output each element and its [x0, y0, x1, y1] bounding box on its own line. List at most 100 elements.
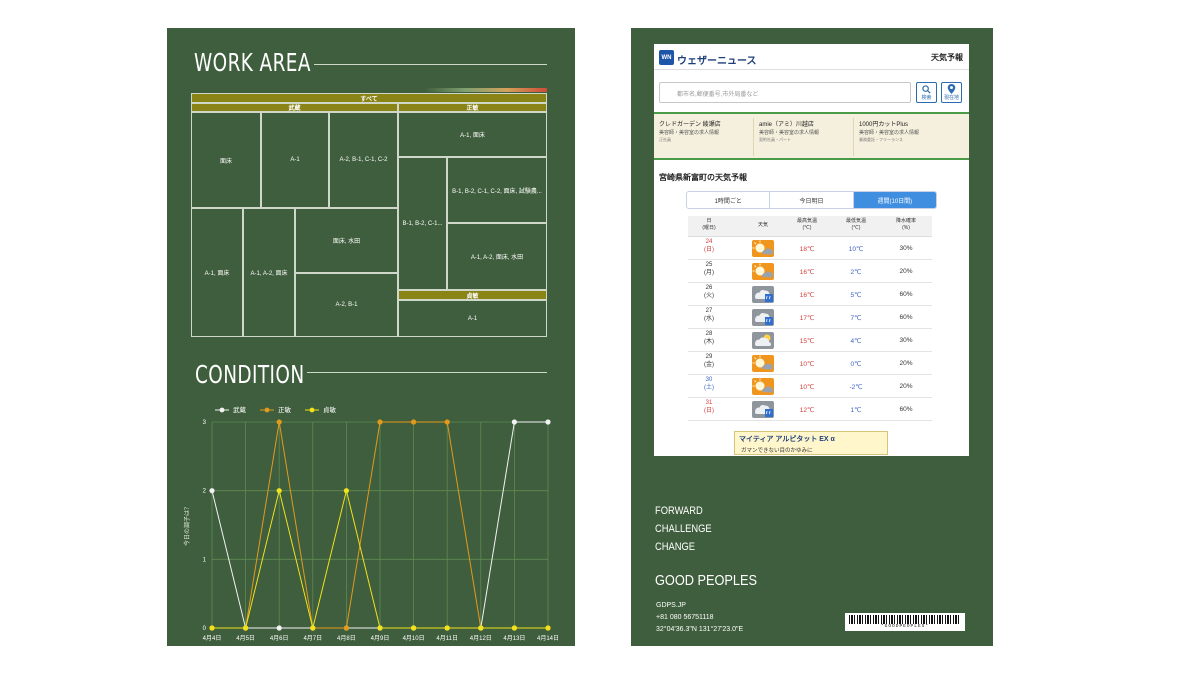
forecast-precip: 20%: [899, 383, 913, 390]
x-tick-label: 4月13日: [503, 635, 525, 642]
location-search-input[interactable]: 都市名,郵便番号,市外局番など: [659, 82, 911, 103]
forecast-day-number: 25: [705, 262, 713, 268]
forecast-day: 26 (火): [688, 285, 730, 301]
forecast-row: 27 (水) 17℃ 7℃ 60%: [688, 306, 932, 329]
cloud-sun-icon: [752, 332, 774, 349]
data-point: [276, 625, 282, 631]
job-ad-sub: 美容師・美容室の求人情報: [659, 130, 720, 136]
forecast-precip: 20%: [899, 360, 913, 367]
forecast-tabs: 1時間ごと 今日明日 週間(10日間): [686, 191, 937, 209]
tab-hourly[interactable]: 1時間ごと: [687, 192, 771, 208]
data-point: [545, 419, 551, 425]
work-area-cell: A-1: [398, 300, 547, 337]
forecast-day-of-week: (火): [704, 292, 714, 299]
condition-line-chart: 0 1 2 3 4月4日 4月5日 4月6日 4月7日 4月8日 4月9日 4月10日 4月11日 4月…: [183, 405, 559, 642]
gradient-bar: [425, 88, 547, 92]
legend-label: 貞敏: [323, 405, 337, 414]
work-area-cell: 面床: [191, 112, 261, 208]
weather-forecast-link[interactable]: 天気予報: [931, 52, 963, 63]
header-date: 日 (曜日): [702, 218, 716, 231]
data-point: [511, 625, 517, 631]
work-area-title-rule: [314, 64, 547, 65]
work-area-title: WORK AREA: [194, 48, 311, 77]
eye-drop-ad-title: マイティア アルピタット EX α: [739, 436, 835, 443]
forecast-row: 24 (日) 18℃ 10℃ 30%: [688, 237, 932, 260]
work-area-header-section-b: 正敏: [398, 103, 547, 112]
legend-label: 武蔵: [233, 405, 247, 414]
current-location-label: 現在地: [943, 95, 959, 101]
current-location-button[interactable]: 現在地: [941, 82, 962, 103]
work-area-cell: A-2, B-1: [295, 273, 398, 337]
legend-label: 正敏: [278, 405, 292, 414]
cloud-rain-icon: [752, 401, 774, 418]
tab-weekly[interactable]: 週間(10日間): [853, 192, 936, 208]
forecast-precip: 60%: [899, 291, 913, 298]
work-area-cell: 面床, 水田: [295, 208, 398, 273]
weathernews-app-name[interactable]: ウェザーニュース: [677, 52, 757, 67]
sun-cloud-icon: [752, 240, 774, 257]
work-area-cell: A-1, A-2, 面床, 水田: [447, 223, 547, 290]
forecast-day-of-week: (日): [704, 407, 714, 414]
eye-drop-ad-sub: ガマンできない目のかゆみに: [741, 448, 813, 454]
data-point: [377, 625, 383, 631]
x-tick-label: 4月14日: [537, 635, 559, 642]
data-point: [243, 625, 249, 631]
data-point: [478, 625, 484, 631]
work-area-cell: B-1, B-2, C-1...: [398, 157, 447, 290]
forecast-precip: 30%: [899, 245, 913, 252]
cloud-rain-icon: [752, 286, 774, 303]
weathernews-logo-icon[interactable]: WN: [659, 50, 674, 65]
forecast-low: 4℃: [850, 338, 862, 345]
job-ad-title: amie（アミ）川越店: [759, 122, 814, 128]
forecast-high: 17℃: [799, 315, 815, 322]
job-ad-meta: 業務委託・フリーランス: [859, 137, 903, 142]
tab-today-tomorrow[interactable]: 今日明日: [770, 192, 854, 208]
sun-cloud-icon: [752, 355, 774, 372]
search-button-label: 検索: [921, 95, 932, 101]
weather-phone-screenshot: WN ウェザーニュース 天気予報 都市名,郵便番号,市外局番など 検索 現在地 …: [654, 44, 969, 456]
forecast-high: 12℃: [799, 407, 815, 414]
x-tick-label: 4月4日: [203, 635, 222, 642]
condition-title-rule: [307, 372, 547, 373]
data-point: [511, 419, 517, 425]
job-ad-title: 1000円カットPlus: [859, 122, 909, 128]
barcode-lines: [849, 615, 961, 624]
location-forecast-title: 宮崎県新富町の天気予報: [659, 173, 747, 182]
forecast-row: 30 (土) 10℃ -2℃ 20%: [688, 375, 932, 398]
forecast-day-number: 27: [705, 308, 713, 314]
work-area-cell: A-1, A-2, 面床: [243, 208, 295, 337]
data-point: [411, 419, 417, 425]
barcode: *GOODPEOPLES*: [845, 613, 965, 631]
legend-marker: [264, 407, 270, 413]
job-ad-title: クレドガーデン 綾瀬店: [659, 122, 721, 128]
search-button[interactable]: 検索: [916, 82, 937, 103]
eye-drop-ad[interactable]: マイティア アルピタット EX α ガマンできない目のかゆみに: [734, 431, 888, 455]
forecast-day-number: 26: [705, 285, 713, 291]
forecast-day: 31 (日): [688, 400, 730, 416]
y-tick-label: 0: [203, 626, 207, 632]
y-tick-label: 2: [203, 489, 207, 495]
forecast-low: 10℃: [848, 246, 864, 253]
job-ad-item[interactable]: amie（アミ）川越店 美容師・美容室の求人情報 契約社員・パート: [756, 118, 854, 156]
brand-site: GDPS.JP: [656, 602, 686, 609]
job-ad-item[interactable]: クレドガーデン 綾瀬店 美容師・美容室の求人情報 正社員: [656, 118, 754, 156]
forecast-high: 18℃: [799, 246, 815, 253]
header-high: 最高気温 (℃): [796, 218, 817, 231]
forecast-precip: 60%: [899, 406, 913, 413]
data-point: [377, 419, 383, 425]
forecast-precip: 60%: [899, 314, 913, 321]
forecast-high: 10℃: [799, 384, 815, 391]
job-ad-banner[interactable]: クレドガーデン 綾瀬店 美容師・美容室の求人情報 正社員 amie（アミ）川越店…: [654, 112, 969, 160]
data-point: [310, 625, 316, 631]
forecast-day-number: 31: [705, 400, 713, 406]
job-ad-item[interactable]: 1000円カットPlus 美容師・美容室の求人情報 業務委託・フリーランス: [856, 118, 962, 156]
data-point: [411, 625, 417, 631]
x-tick-label: 4月8日: [337, 635, 356, 642]
data-point: [545, 625, 551, 631]
chart-legend: 武蔵 正敏 貞敏: [215, 405, 337, 414]
brand-motto: FORWARD CHALLENGE CHANGE: [655, 502, 722, 556]
header-low: 最低気温 (℃): [845, 218, 866, 231]
legend-marker: [309, 407, 315, 413]
forecast-day: 29 (金): [688, 354, 730, 370]
forecast-day-of-week: (金): [704, 361, 714, 368]
